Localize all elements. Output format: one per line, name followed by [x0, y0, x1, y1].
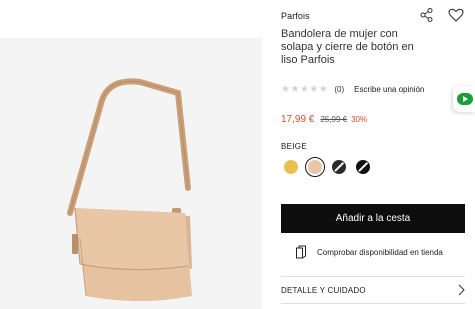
color-swatches — [281, 157, 377, 177]
divider — [281, 303, 465, 304]
price-row: 17,99 € 25,99 € 30% — [281, 114, 367, 125]
discount-badge: 30% — [351, 115, 368, 124]
heart-icon[interactable] — [447, 6, 465, 24]
product-title: Bandolera de mujer con solapa y cierre d… — [281, 28, 414, 66]
product-image[interactable] — [0, 38, 262, 309]
rating-stars: ★★★★★ — [281, 84, 329, 95]
product-info-panel: Parfois Bandolera de mujer con solapa y … — [281, 0, 475, 309]
divider — [281, 276, 465, 277]
details-care-label: DETALLE Y CUIDADO — [281, 285, 366, 295]
old-price: 25,99 € — [320, 115, 348, 124]
chevron-right-icon — [458, 284, 465, 296]
swatch-black-brown[interactable] — [329, 157, 349, 177]
check-availability-link[interactable]: Comprobar disponibilidad en tienda — [295, 245, 443, 259]
bag-illustration — [0, 38, 262, 309]
write-review-link[interactable]: Escribe una opinión — [354, 85, 424, 94]
brand-name[interactable]: Parfois — [281, 11, 310, 21]
add-to-cart-button[interactable]: Añadir a la cesta — [281, 204, 465, 233]
swatch-yellow[interactable] — [281, 157, 301, 177]
swatch-beige[interactable] — [305, 157, 325, 177]
rating-count: (0) — [334, 85, 345, 94]
share-icon[interactable] — [418, 6, 436, 24]
rating-row: ★★★★★ (0) Escribe una opinión — [281, 84, 424, 95]
check-availability-label: Comprobar disponibilidad en tienda — [317, 247, 443, 257]
details-care-accordion[interactable]: DETALLE Y CUIDADO — [281, 280, 465, 300]
selected-color-label: BEIGE — [281, 142, 307, 151]
store-icon — [296, 245, 306, 259]
swatch-black[interactable] — [353, 157, 373, 177]
green-arrow-badge-icon[interactable] — [453, 86, 475, 112]
current-price: 17,99 € — [281, 114, 315, 125]
